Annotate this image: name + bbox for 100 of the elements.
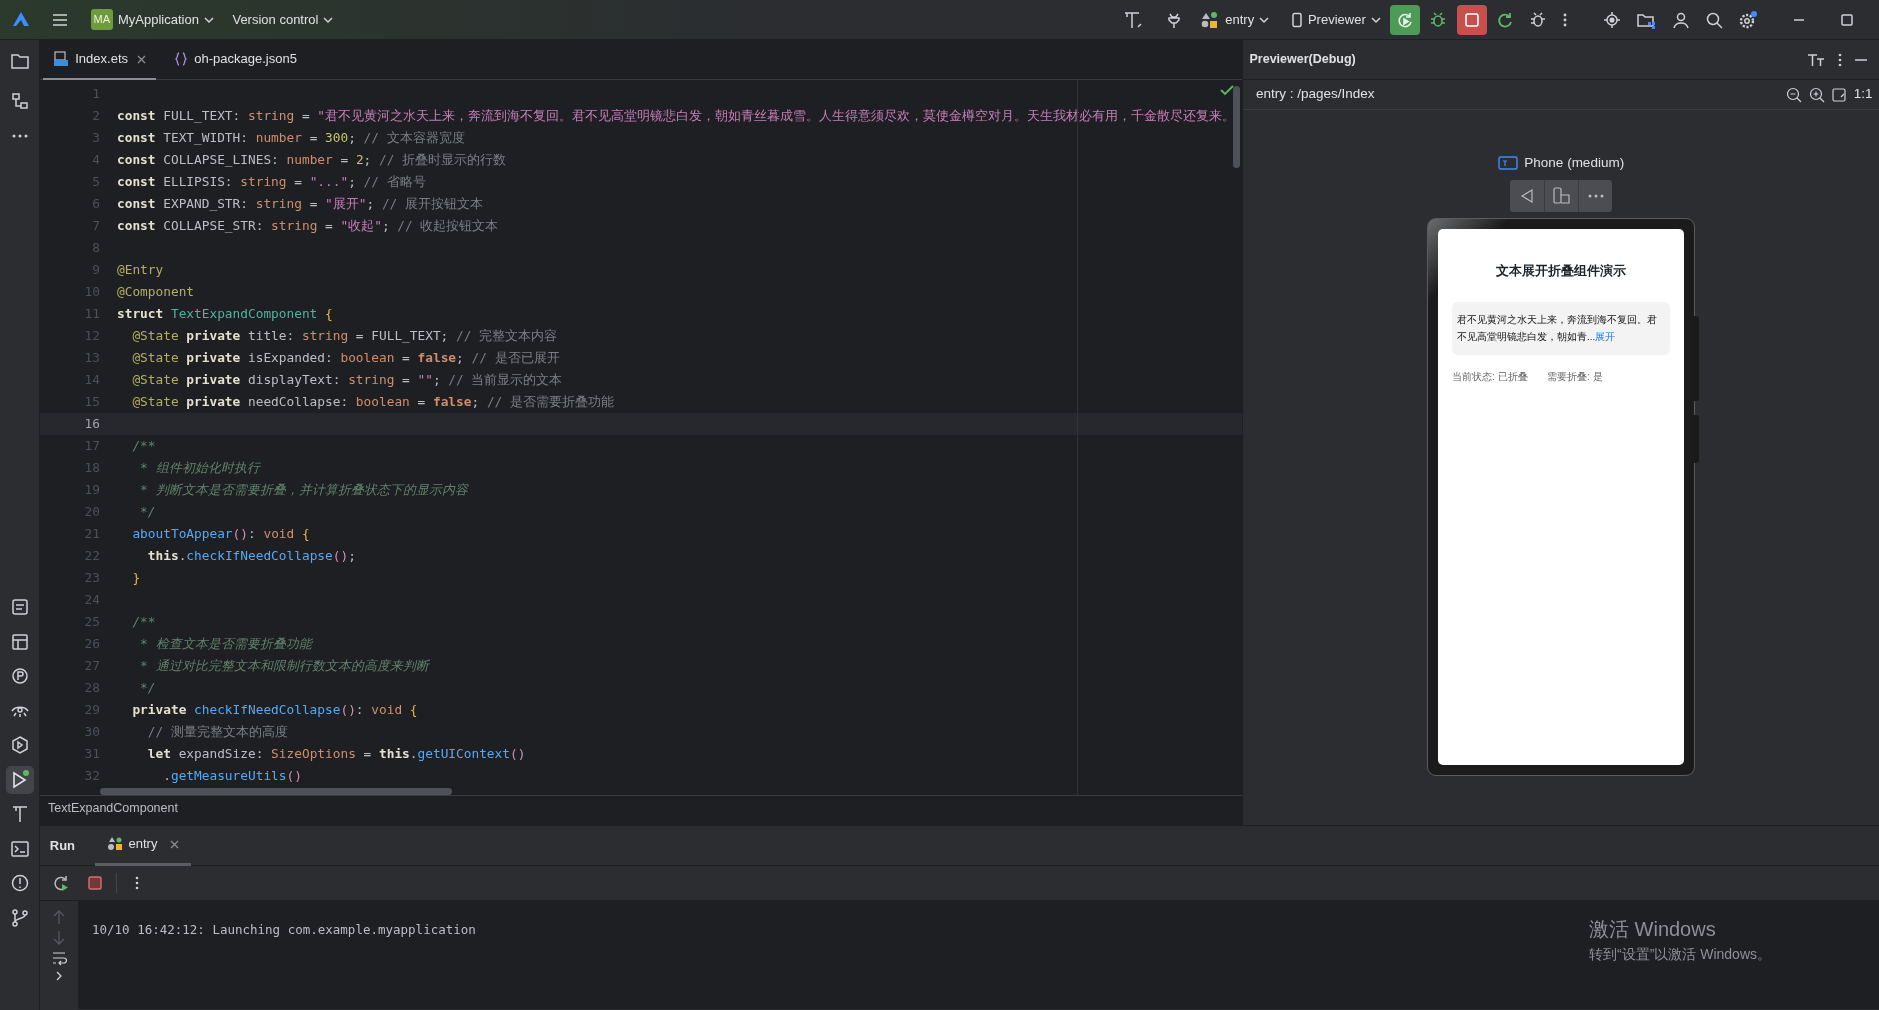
wrap-icon[interactable] <box>51 950 67 966</box>
code-line: private checkIfNeedCollapse(): void { <box>131 701 418 720</box>
reload-icon <box>1495 10 1514 29</box>
rotate-icon <box>1551 186 1572 205</box>
editor-tab[interactable]: oh-package.json5 <box>164 40 307 80</box>
stop-icon <box>1464 12 1479 27</box>
page-path: entry : /pages/Index <box>1256 85 1375 104</box>
caret-icon <box>203 15 214 24</box>
debug-icon <box>1429 10 1448 29</box>
settings-icon <box>1738 9 1758 30</box>
code-line: const FULL_TEXT: string = "君不见黄河之水天上来，奔流到海不复回。君不见高堂明镜悲白发，朝如青丝暮成雪。人生得意须尽欢，莫使金樽空对月。天生我材必有用，千金散尽还复来。 <box>116 107 1236 126</box>
code-line: @State private title: string = FULL_TEXT; // 完整文本内容 <box>131 327 558 346</box>
search-icon <box>1704 10 1723 29</box>
code-line: .getMeasureUtils() <box>162 767 302 786</box>
code-line: // 测量完整文本的高度 <box>146 723 288 742</box>
caret-icon <box>323 15 334 24</box>
back-icon <box>1519 187 1535 204</box>
stop-icon <box>88 876 102 890</box>
expand-link[interactable]: 展开 <box>1595 330 1616 342</box>
project-menu[interactable]: MA MyApplication <box>84 5 220 34</box>
status-text: 当前状态: 已折叠 <box>1452 370 1528 384</box>
code-line: @State private displayText: string = ""; // 当前显示的文本 <box>131 371 563 390</box>
git-icon <box>9 907 30 928</box>
braces-icon <box>174 51 189 67</box>
zoom-out-icon[interactable] <box>1786 86 1803 103</box>
activation-title: 激活 Windows <box>1589 917 1717 942</box>
more-icon <box>134 875 140 891</box>
structure-icon <box>9 91 30 112</box>
activation-text: 转到“设置”以激活 Windows。 <box>1589 945 1771 964</box>
device-name: Phone (medium) <box>1524 154 1625 172</box>
code-line: const ELLIPSIS: string = "..."; // 省略号 <box>116 173 426 192</box>
code-line: @Component <box>116 283 195 302</box>
fit-screen-icon[interactable] <box>1831 86 1848 103</box>
minimize-icon <box>1854 58 1867 61</box>
code-line: } <box>131 569 141 588</box>
console-line: 10/10 16:42:12: Launching com.example.myapplication <box>91 921 476 939</box>
run-config-menu[interactable]: entry <box>1194 5 1276 34</box>
font-size-icon <box>1806 52 1825 67</box>
caret-icon <box>1259 15 1270 24</box>
code-line: struct TextExpandComponent { <box>116 305 333 324</box>
actual-size-button[interactable]: 1:1 <box>1853 84 1873 105</box>
scrollbar-thumb[interactable] <box>100 788 452 795</box>
version-control-menu[interactable]: Version control <box>226 5 340 34</box>
device-icon <box>1497 156 1518 171</box>
maximize-icon <box>1839 12 1854 27</box>
minimize-icon <box>1792 18 1805 21</box>
code-editor[interactable] <box>40 80 1242 795</box>
more-icon <box>1562 11 1569 28</box>
check-icon <box>1220 84 1234 96</box>
code-line: @State private needCollapse: boolean = false; // 是否需要折叠功能 <box>131 393 614 412</box>
code-line: * 判断文本是否需要折叠，并计算折叠状态下的显示内容 <box>139 481 468 500</box>
code-line: /** <box>131 613 156 632</box>
rerun-icon <box>1396 10 1414 29</box>
terminal-icon <box>9 838 30 859</box>
code-line: * 检查文本是否需要折叠功能 <box>139 635 312 654</box>
code-line: /** <box>131 437 156 456</box>
code-line: @Entry <box>116 261 164 280</box>
scrollbar-thumb[interactable] <box>1233 86 1240 168</box>
code-line: * 组件初始化时执行 <box>139 459 260 478</box>
caret-icon <box>1370 15 1381 24</box>
profiler-icon <box>9 666 30 686</box>
more-icon <box>1836 52 1843 67</box>
code-line: */ <box>139 503 156 522</box>
status-text: 需要折叠: 是 <box>1547 370 1603 384</box>
stop-button[interactable] <box>1456 4 1487 35</box>
rerun-button[interactable] <box>1390 4 1420 35</box>
code-line: const EXPAND_STR: string = "展开"; // 展开按钮文本 <box>116 195 484 214</box>
bug-gear-icon <box>1529 10 1547 29</box>
app-title: 文本展开折叠组件演示 <box>1495 263 1627 281</box>
account-icon <box>1671 10 1690 29</box>
more-icon <box>11 134 28 138</box>
problems-icon <box>9 873 30 893</box>
code-line: @State private isExpanded: boolean = false; // 是否已展开 <box>131 349 560 368</box>
phone-icon <box>1290 11 1303 28</box>
code-line: const TEXT_WIDTH: number = 300; // 文本容器宽度 <box>116 129 465 148</box>
panel-title: Run <box>48 836 77 855</box>
zoom-in-icon[interactable] <box>1808 86 1825 103</box>
code-line: aboutToAppear(): void { <box>131 525 310 544</box>
code-line: */ <box>139 679 156 698</box>
code-line: * 通过对比完整文本和限制行数文本的高度来判断 <box>139 657 429 676</box>
run-button[interactable] <box>5 765 34 794</box>
menu-icon <box>50 11 69 28</box>
rerun-icon <box>51 874 70 892</box>
panel-title: Previewer(Debug) <box>1249 51 1356 69</box>
notes-icon <box>9 597 30 617</box>
run-tab[interactable]: entry <box>94 825 191 866</box>
line-number: 16 <box>83 415 100 434</box>
build-icon <box>1122 9 1145 30</box>
code-line: const COLLAPSE_LINES: number = 2; // 折叠时显示的行数 <box>116 151 507 170</box>
shapes-icon <box>106 836 123 852</box>
poem-text: 君不见黄河之水天上来，奔流到海不复回。君不见高堂明镜悲白发，朝如青...展开 <box>1457 313 1658 344</box>
file-icon <box>53 51 70 67</box>
more-icon <box>1586 192 1605 199</box>
code-line: const COLLAPSE_STR: string = "收起"; // 收起按钮文本 <box>116 217 499 236</box>
breadcrumb[interactable]: TextExpandComponent <box>48 801 178 815</box>
services-icon <box>9 735 30 755</box>
device-menu[interactable]: Previewer <box>1284 5 1387 34</box>
table-icon <box>9 631 30 652</box>
target-icon <box>1603 10 1621 29</box>
code-line: let expandSize: SizeOptions = this.getUIContext() <box>146 745 526 764</box>
